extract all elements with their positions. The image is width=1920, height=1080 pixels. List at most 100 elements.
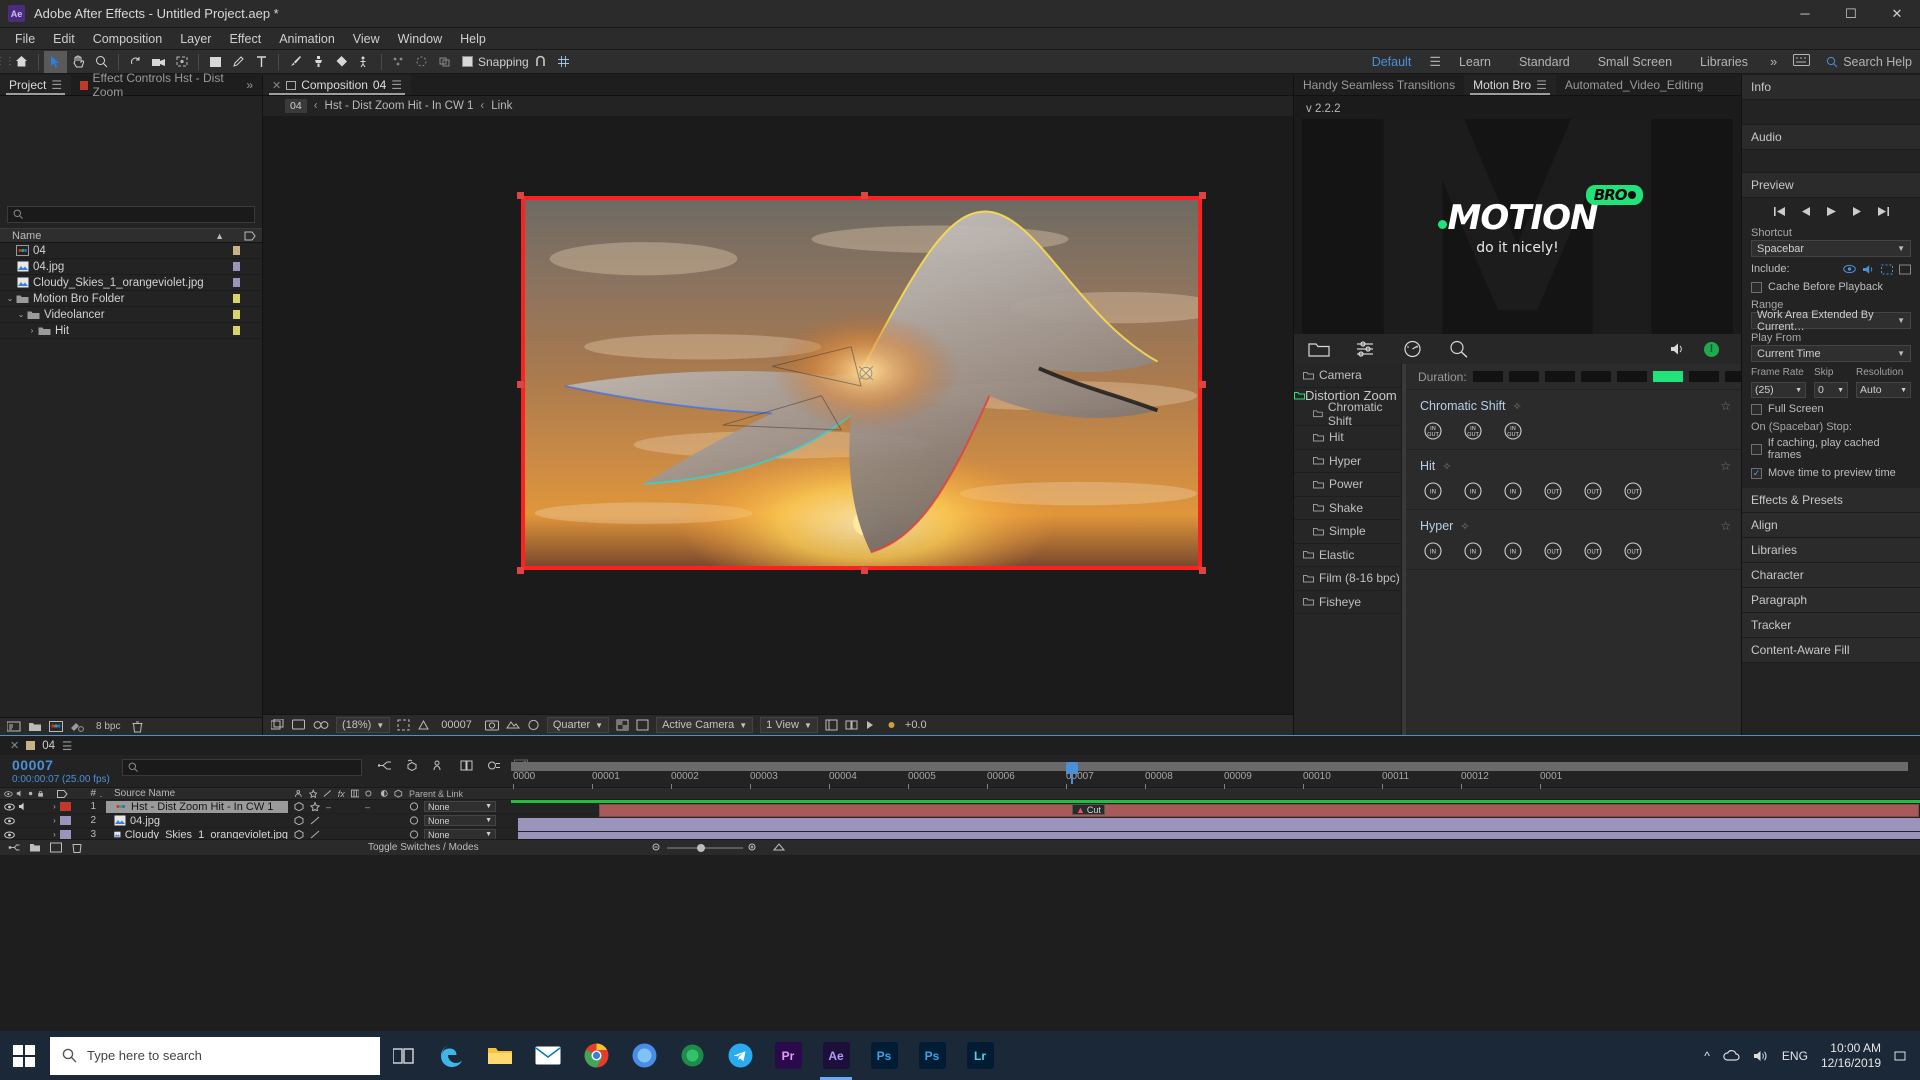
canvas-handle-tc[interactable] — [861, 192, 868, 199]
video-toggle-icon[interactable] — [1843, 264, 1856, 274]
volume-icon[interactable] — [1753, 1049, 1769, 1063]
rectangle-tool-icon[interactable] — [204, 51, 227, 73]
category-chromatic-shift[interactable]: Chromatic Shift — [1294, 400, 1401, 428]
preset-button-in[interactable]: IN — [1500, 479, 1526, 503]
range-select[interactable]: Work Area Extended By Current… ▼ — [1751, 309, 1911, 333]
layer-toggles[interactable] — [0, 802, 44, 811]
onedrive-icon[interactable] — [1723, 1049, 1740, 1063]
taskbar-search-box[interactable]: Type here to search — [50, 1036, 380, 1075]
breadcrumb-right-arrow-icon[interactable]: ‹ — [480, 100, 484, 112]
label-color-swatch[interactable] — [233, 310, 240, 319]
fullscreen-toggle-icon[interactable] — [1899, 264, 1911, 275]
camera-view-select[interactable]: Active Camera ▼ — [656, 717, 754, 733]
close-button[interactable]: ✕ — [1874, 0, 1920, 28]
current-time-display[interactable]: 00007 — [441, 719, 472, 731]
project-item[interactable]: 04.jpg — [0, 259, 262, 275]
canvas-handle-tl[interactable] — [517, 192, 524, 199]
photoshop-icon-2[interactable]: Ps — [908, 1031, 956, 1080]
snap-grid-icon[interactable] — [552, 51, 575, 73]
eye-icon[interactable] — [4, 817, 15, 825]
canvas-handle-ml[interactable] — [517, 381, 524, 388]
pixel-aspect-icon[interactable] — [825, 719, 838, 731]
keyframe-diamond-icon[interactable]: ✧ — [1460, 520, 1469, 533]
clone-stamp-tool-icon[interactable] — [307, 51, 330, 73]
panel-menu-icon[interactable]: ☰ — [391, 78, 402, 92]
duration-segment[interactable] — [1724, 371, 1741, 382]
firefox-icon[interactable] — [620, 1031, 668, 1080]
quality-icon[interactable] — [310, 816, 320, 825]
audio-toggle-icon[interactable] — [1862, 264, 1875, 275]
cache-before-playback-row[interactable]: Cache Before Playback — [1742, 278, 1920, 296]
layer-parent[interactable]: None ▼ — [403, 815, 523, 826]
twirl-icon[interactable]: ⌄ — [4, 294, 16, 303]
pen-tool-icon[interactable] — [227, 51, 250, 73]
menu-item-composition[interactable]: Composition — [84, 28, 171, 50]
category-hyper[interactable]: Hyper — [1294, 450, 1401, 473]
speaker-icon[interactable] — [1669, 341, 1687, 357]
preset-button-in[interactable]: IN — [1460, 479, 1486, 503]
cti-head-icon[interactable] — [1066, 762, 1078, 774]
rail-section-audio[interactable]: Audio — [1742, 125, 1920, 150]
star-icon[interactable] — [310, 802, 320, 811]
favorite-star-icon[interactable]: ☆ — [1720, 519, 1731, 533]
menu-item-effect[interactable]: Effect — [220, 28, 270, 50]
move-time-checkbox[interactable]: ✓ — [1751, 467, 1762, 479]
tabs-overflow-button[interactable]: » — [237, 75, 262, 95]
tab-composition[interactable]: ✕ Composition 04 ☰ — [263, 75, 412, 95]
speedometer-icon[interactable] — [1402, 340, 1423, 358]
menu-item-view[interactable]: View — [344, 28, 389, 50]
parent-select[interactable]: None ▼ — [424, 815, 496, 826]
layer-label[interactable]: › — [44, 802, 80, 811]
motion-blur-icon[interactable] — [487, 759, 501, 772]
keyframe-diamond-icon[interactable]: ✧ — [1442, 460, 1451, 473]
duration-segment[interactable] — [1580, 371, 1611, 382]
zoom-level-select[interactable]: (18%) ▼ — [336, 717, 391, 733]
project-settings-icon[interactable] — [70, 721, 84, 733]
project-item[interactable]: ⌄ Motion Bro Folder — [0, 291, 262, 307]
audio-icon[interactable] — [18, 802, 28, 811]
duration-segment[interactable] — [1616, 371, 1647, 382]
preset-button-in[interactable]: IN — [1460, 539, 1486, 563]
folder-icon[interactable] — [1308, 340, 1330, 358]
resolution-select[interactable]: Auto ▼ — [1856, 382, 1911, 398]
pan-behind-tool-icon[interactable] — [170, 51, 193, 73]
close-tab-icon[interactable]: ✕ — [10, 739, 19, 752]
timeline-ruler[interactable]: 0000 00001 00002 00003 00004 00005 00006 00007 0… — [511, 762, 1908, 789]
clock[interactable]: 10:00 AM 12/16/2019 — [1821, 1041, 1881, 1071]
rotation-tool-icon[interactable] — [124, 51, 147, 73]
breadcrumb-comp-number[interactable]: 04 — [285, 99, 307, 113]
project-item[interactable]: › Hit — [0, 323, 262, 339]
breadcrumb-left-arrow-icon[interactable]: ‹ — [314, 100, 318, 112]
category-elastic[interactable]: Elastic — [1294, 544, 1401, 567]
pickwhip-icon[interactable] — [409, 816, 419, 825]
rail-section-effects-presets[interactable]: Effects & Presets — [1742, 488, 1920, 513]
timecode-display[interactable]: 00007 0:00:00:07 (25.00 fps) — [0, 755, 110, 785]
eraser-tool-icon[interactable] — [330, 51, 353, 73]
twirl-icon[interactable]: › — [53, 830, 56, 839]
photoshop-icon[interactable]: Ps — [860, 1031, 908, 1080]
canvas-handle-mr[interactable] — [1199, 381, 1206, 388]
favorite-star-icon[interactable]: ☆ — [1720, 459, 1731, 473]
file-explorer-icon[interactable] — [476, 1031, 524, 1080]
keyboard-shortcuts-icon[interactable] — [1785, 54, 1818, 69]
pickwhip-icon[interactable] — [409, 830, 419, 839]
delete-icon[interactable] — [71, 842, 83, 853]
preset-button-in-out[interactable]: IN OUT — [1460, 419, 1486, 443]
preset-button-in-out[interactable]: IN OUT — [1500, 419, 1526, 443]
preset-button-in[interactable]: IN — [1420, 479, 1446, 503]
frame-blending-icon[interactable] — [460, 759, 474, 772]
first-frame-icon[interactable] — [1773, 206, 1786, 217]
eye-icon[interactable] — [4, 803, 15, 811]
workspace-small-screen[interactable]: Small Screen — [1584, 50, 1686, 74]
grid-guides-icon[interactable] — [417, 719, 430, 731]
sliders-icon[interactable] — [1356, 340, 1376, 358]
project-item[interactable]: 04 — [0, 243, 262, 259]
layer-switches[interactable]: – – — [288, 802, 403, 812]
current-time-indicator[interactable] — [1066, 762, 1078, 784]
views-select[interactable]: 1 View ▼ — [760, 717, 818, 733]
workspace-learn[interactable]: Learn — [1445, 50, 1505, 74]
fast-preview-icon[interactable] — [865, 719, 878, 731]
take-snapshot-icon[interactable] — [484, 719, 499, 731]
delete-icon[interactable] — [132, 721, 143, 733]
menu-item-window[interactable]: Window — [389, 28, 451, 50]
